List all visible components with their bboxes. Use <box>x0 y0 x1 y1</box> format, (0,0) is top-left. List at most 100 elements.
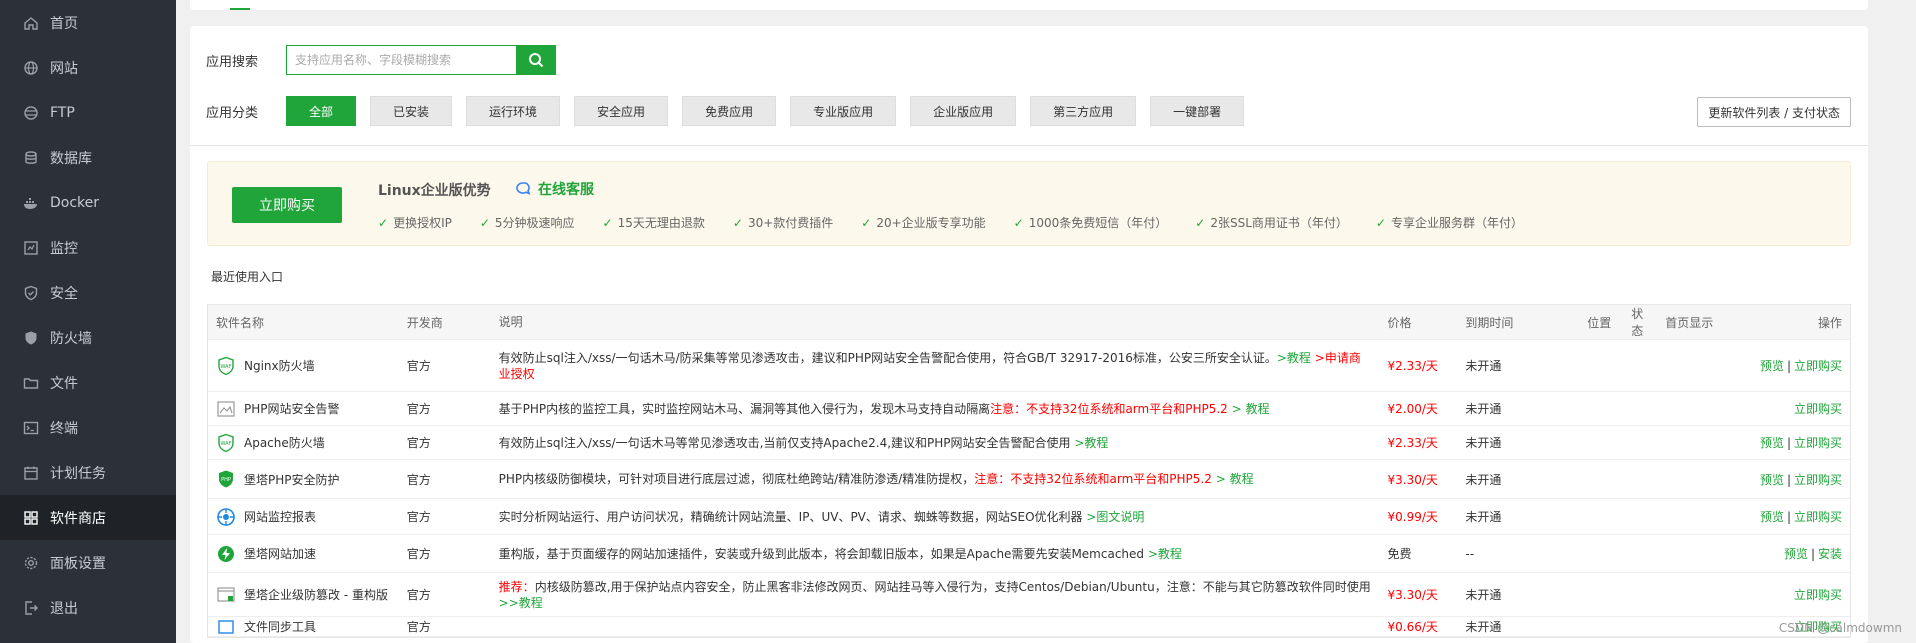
check-icon: ✓ <box>378 215 389 230</box>
feature-label: 30+款付费插件 <box>747 216 834 230</box>
sidebar-item-3[interactable]: 数据库 <box>0 135 176 180</box>
sidebar-item-label: 安全 <box>50 285 78 302</box>
sidebar-item-label: FTP <box>50 104 75 121</box>
firewall-icon <box>22 329 40 347</box>
buy-now-link[interactable]: 立即购买 <box>1794 473 1842 487</box>
sidebar-item-8[interactable]: 文件 <box>0 360 176 405</box>
plugin-name[interactable]: 网站监控报表 <box>244 508 316 525</box>
chat-bubble-icon <box>514 180 532 198</box>
desc-warning: 注意：不支持32位系统和arm平台和PHP5.2 <box>974 472 1212 486</box>
tutorial-link[interactable]: >教程 <box>1148 547 1182 561</box>
feature-label: 5分钟极速响应 <box>494 216 575 230</box>
tutorial-link[interactable]: >教程 <box>1277 351 1311 365</box>
sidebar-item-2[interactable]: FTP <box>0 90 176 135</box>
buy-now-link[interactable]: 立即购买 <box>1794 588 1842 602</box>
sidebar-item-13[interactable]: 退出 <box>0 585 176 630</box>
category-button-4[interactable]: 免费应用 <box>682 96 777 126</box>
description-cell: 有效防止sql注入/xss/一句话木马/防采集等常见渗透攻击，建议和PHP网站安… <box>491 350 1380 382</box>
svg-text:WAF: WAF <box>221 441 232 447</box>
sidebar-item-4[interactable]: Docker <box>0 180 176 225</box>
sidebar-item-label: 数据库 <box>50 150 92 167</box>
plugin-name[interactable]: Apache防火墙 <box>244 434 325 451</box>
op-separator: | <box>1786 510 1791 524</box>
plugin-name-cell: WAF Nginx防火墙 <box>208 356 399 376</box>
ops-cell: 预览 | 立即购买 <box>1747 357 1850 374</box>
tutorial-link[interactable]: >教程 <box>1074 436 1108 450</box>
description-cell: 有效防止sql注入/xss/一句话木马等常见渗透攻击,当前仅支持Apache2.… <box>491 435 1380 451</box>
category-button-2[interactable]: 运行环境 <box>466 96 561 126</box>
category-button-7[interactable]: 第三方应用 <box>1030 96 1137 126</box>
buy-now-link[interactable]: 立即购买 <box>1794 510 1842 524</box>
sidebar-item-7[interactable]: 防火墙 <box>0 315 176 360</box>
plugin-name-cell: 堡塔网站加速 <box>208 544 399 564</box>
search-button[interactable] <box>516 45 556 75</box>
preview-link[interactable]: 预览 <box>1760 473 1784 487</box>
check-icon: ✓ <box>602 215 613 230</box>
report-icon <box>216 507 236 527</box>
plugin-name[interactable]: 堡塔PHP安全防护 <box>244 471 340 488</box>
svg-text:PHP: PHP <box>221 477 231 483</box>
sidebar-item-1[interactable]: 网站 <box>0 45 176 90</box>
sidebar-item-10[interactable]: 计划任务 <box>0 450 176 495</box>
category-button-5[interactable]: 专业版应用 <box>790 96 897 126</box>
feature-item: ✓ 20+企业版专享功能 <box>861 214 985 231</box>
category-button-0[interactable]: 全部 <box>286 96 357 126</box>
search-input[interactable] <box>286 45 516 75</box>
sidebar-item-label: 网站 <box>50 60 78 77</box>
sidebar-item-12[interactable]: 面板设置 <box>0 540 176 585</box>
description-cell: 实时分析网站运行、用户访问状况，精确统计网站流量、IP、UV、PV、请求、蜘蛛等… <box>491 509 1380 525</box>
preview-link[interactable]: 预览 <box>1760 359 1784 373</box>
tutorial-link[interactable]: >>教程 <box>499 596 543 610</box>
feature-label: 15天无理由退款 <box>617 216 705 230</box>
tutorial-link[interactable]: > 教程 <box>1216 472 1254 486</box>
database-icon <box>22 149 40 167</box>
enterprise-promo: 立即购买 Linux企业版优势 在线客服 ✓ 更换授权IP ✓ 5分钟极速响应 ✓ 15天… <box>207 161 1851 246</box>
plugin-name[interactable]: 堡塔企业级防篡改 - 重构版 <box>244 586 388 603</box>
sidebar-item-5[interactable]: 监控 <box>0 225 176 270</box>
plugin-name-cell: PHP网站安全告警 <box>208 399 399 419</box>
buy-now-link[interactable]: 立即购买 <box>1794 402 1842 416</box>
ops-cell: 预览 | 立即购买 <box>1747 471 1850 488</box>
category-button-6[interactable]: 企业版应用 <box>910 96 1017 126</box>
col-expire-header: 到期时间 <box>1465 315 1514 330</box>
table-row: WAF Nginx防火墙 官方 有效防止sql注入/xss/一句话木马/防采集等常见渗… <box>208 340 1850 392</box>
plugin-name-cell: WAF Apache防火墙 <box>208 433 399 453</box>
active-tab-underline <box>230 8 250 10</box>
buy-now-link[interactable]: 立即购买 <box>1794 359 1842 373</box>
buy-now-button[interactable]: 立即购买 <box>232 187 342 223</box>
category-button-3[interactable]: 安全应用 <box>574 96 669 126</box>
feature-item: ✓ 1000条免费短信（年付） <box>1014 214 1168 231</box>
table-row: 文件同步工具 官方 ¥0.66/天 未开通 立即购买 <box>208 617 1850 637</box>
refresh-list-button[interactable]: 更新软件列表 / 支付状态 <box>1697 97 1851 127</box>
sidebar-item-0[interactable]: 首页 <box>0 0 176 45</box>
preview-link[interactable]: 预览 <box>1784 547 1808 561</box>
online-service-link[interactable]: 在线客服 <box>514 179 594 199</box>
col-desc-header: 说明 <box>498 315 523 329</box>
bolt-icon <box>216 544 236 564</box>
scrollbar[interactable] <box>1902 0 1916 643</box>
plugin-name[interactable]: 文件同步工具 <box>244 618 316 635</box>
sidebar-item-9[interactable]: 终端 <box>0 405 176 450</box>
logout-icon <box>22 599 40 617</box>
plugin-name[interactable]: PHP网站安全告警 <box>244 400 340 417</box>
tutorial-link[interactable]: > 教程 <box>1232 402 1270 416</box>
feature-list: ✓ 更换授权IP ✓ 5分钟极速响应 ✓ 15天无理由退款 ✓ 30+款付费插件 ✓ 20+企业版… <box>378 214 1551 231</box>
sidebar-item-11[interactable]: 软件商店 <box>0 495 176 540</box>
table-row: 堡塔企业级防篡改 - 重构版 官方 推荐：内核级防篡改,用于保护站点内容安全，防止黑… <box>208 573 1850 617</box>
plugin-name[interactable]: Nginx防火墙 <box>244 357 315 374</box>
buy-now-link[interactable]: 立即购买 <box>1794 436 1842 450</box>
preview-link[interactable]: 预览 <box>1760 510 1784 524</box>
category-button-8[interactable]: 一键部署 <box>1150 96 1245 126</box>
desc-recommend-tag: 推荐： <box>498 579 535 594</box>
table-header: 软件名称 开发商 说明 价格 到期时间 位置 状态 首页显示 操作 <box>208 305 1850 340</box>
monitor-icon <box>22 239 40 257</box>
plugin-name[interactable]: 堡塔网站加速 <box>244 545 316 562</box>
install-link[interactable]: 安装 <box>1818 547 1842 561</box>
feature-item: ✓ 更换授权IP <box>378 214 452 231</box>
plugin-name-cell: 文件同步工具 <box>208 617 399 637</box>
category-button-1[interactable]: 已安装 <box>370 96 453 126</box>
tutorial-link[interactable]: >图文说明 <box>1086 510 1144 524</box>
preview-link[interactable]: 预览 <box>1760 436 1784 450</box>
sidebar-item-6[interactable]: 安全 <box>0 270 176 315</box>
col-position-header: 位置 <box>1587 315 1612 330</box>
